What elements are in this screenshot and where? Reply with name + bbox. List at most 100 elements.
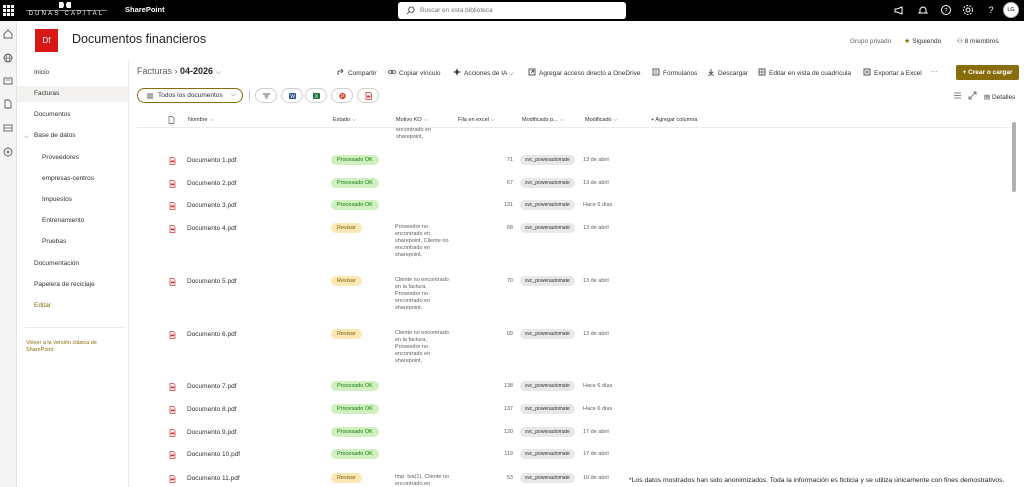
modified-by-persona[interactable]: svc_powerautomate: [520, 178, 575, 188]
column-header-modified[interactable]: Modificado ⌵: [585, 117, 617, 123]
modified-by-persona[interactable]: svc_powerautomate: [520, 276, 575, 286]
column-header-fila[interactable]: Fila en excel ⌵: [458, 117, 495, 123]
share-button[interactable]: Compartir: [337, 68, 377, 77]
modified-by-persona[interactable]: svc_powerautomate: [520, 155, 575, 165]
follow-button[interactable]: ★ Siguiendo: [904, 37, 941, 45]
filter-excel-button[interactable]: X: [305, 88, 327, 103]
file-name-link[interactable]: Documento 9.pdf: [187, 429, 237, 436]
modified-by-persona[interactable]: svc_powerautomate: [520, 427, 575, 437]
details-pane-button[interactable]: ▤ Detalles: [984, 93, 1015, 101]
modified-by-persona[interactable]: svc_powerautomate: [520, 329, 575, 339]
scrollbar-thumb[interactable]: [1012, 122, 1016, 192]
nav-item-inicio[interactable]: Inicio: [34, 69, 49, 76]
file-type-icon[interactable]: [168, 116, 175, 124]
excel-row-number: 71: [506, 157, 513, 163]
site-title[interactable]: Documentos financieros: [72, 32, 206, 46]
copy-link-button[interactable]: Copiar vínculo: [388, 68, 441, 77]
column-header-modified-by[interactable]: Modificado p... ⌵: [522, 117, 564, 123]
filter-button[interactable]: [255, 88, 277, 103]
app-launcher-icon[interactable]: [3, 5, 14, 16]
file-name-link[interactable]: Documento 5.pdf: [187, 278, 237, 285]
site-logo[interactable]: Df: [35, 29, 58, 52]
file-name-link[interactable]: Documento 1.pdf: [187, 157, 237, 164]
filter-pdf-button[interactable]: [357, 88, 379, 103]
file-name-link[interactable]: Documento 2.pdf: [187, 180, 237, 187]
chevron-down-icon[interactable]: ⌵: [24, 134, 29, 141]
chevron-down-icon[interactable]: ⌵: [216, 69, 221, 76]
members-button[interactable]: ⚇ 8 miembros: [957, 37, 999, 45]
globe-icon[interactable]: [3, 53, 13, 63]
breadcrumb-current[interactable]: 04-2026: [180, 66, 213, 76]
nav-item-proveedores[interactable]: Proveedores: [42, 154, 79, 161]
classic-view-link[interactable]: Volver a la versión clásica de SharePoin…: [26, 340, 121, 353]
file-name-link[interactable]: Documento 10.pdf: [187, 451, 240, 458]
motivo-ko-text: Proveedor no encontrado en sharepoint, C…: [395, 224, 449, 258]
modified-date: Hace 6 días: [583, 383, 613, 389]
document-icon[interactable]: [3, 99, 13, 109]
modified-by-persona[interactable]: svc_powerautomate: [520, 449, 575, 459]
forms-button[interactable]: Formularios: [652, 68, 697, 77]
motivo-ko-text: Cliente no encontrado en la factura, Pro…: [395, 330, 449, 364]
grid-edit-button[interactable]: Editar en vista de cuadrícula: [758, 68, 851, 77]
add-column-button[interactable]: + Agregar columna: [651, 117, 697, 123]
export-excel-button[interactable]: Exportar a Excel: [863, 68, 922, 77]
file-name-link[interactable]: Documento 7.pdf: [187, 383, 237, 390]
filter-powerpoint-button[interactable]: P: [331, 88, 353, 103]
notifications-icon[interactable]: [917, 4, 929, 16]
company-logo[interactable]: DUNAS CAPITAL: [24, 0, 109, 21]
create-plus-icon[interactable]: [3, 147, 13, 157]
file-name-link[interactable]: Documento 4.pdf: [187, 225, 237, 232]
ai-actions-button[interactable]: Acciones de IA ⌵: [453, 68, 514, 78]
nav-item-impuestos[interactable]: Impuestos: [42, 196, 72, 203]
expand-icon[interactable]: [968, 91, 977, 100]
column-header-motivo[interactable]: Motivo KO ⌵: [396, 117, 427, 123]
app-name[interactable]: SharePoint: [125, 5, 165, 14]
nav-item-empresas-centros[interactable]: empresas-centros: [42, 175, 94, 182]
nav-item-documentos[interactable]: Documentos: [34, 111, 71, 118]
search-box[interactable]: [398, 2, 626, 19]
excel-row-number: 119: [504, 451, 513, 457]
modified-by-persona[interactable]: svc_powerautomate: [520, 404, 575, 414]
help-icon[interactable]: ?: [940, 4, 952, 16]
nav-item-papelera[interactable]: Papelera de reciclaje: [34, 281, 95, 288]
create-upload-button[interactable]: + Crear o cargar: [956, 65, 1019, 80]
vertical-scrollbar[interactable]: [1011, 112, 1017, 482]
filter-word-button[interactable]: W: [281, 88, 303, 103]
modified-by-persona[interactable]: svc_powerautomate: [520, 381, 575, 391]
file-name-link[interactable]: Documento 11.pdf: [187, 475, 240, 482]
home-icon[interactable]: [3, 29, 13, 39]
nav-item-facturas[interactable]: Facturas: [34, 90, 59, 97]
list-icon[interactable]: [3, 123, 13, 133]
megaphone-icon[interactable]: [893, 4, 905, 16]
column-header-estado[interactable]: Estado ⌵: [333, 117, 356, 123]
modified-by-persona[interactable]: svc_powerautomate: [520, 473, 575, 483]
view-selector[interactable]: Todos los documentos ⌵: [137, 88, 243, 103]
modified-date: 13 de abril: [583, 180, 609, 186]
pdf-file-icon: [169, 225, 176, 233]
nav-item-base-de-datos[interactable]: Base de datos: [34, 132, 76, 139]
modified-by-persona[interactable]: svc_powerautomate: [520, 223, 575, 233]
file-name-link[interactable]: Documento 3.pdf: [187, 202, 237, 209]
nav-item-documentacion[interactable]: Documentación: [34, 260, 79, 267]
help-question-icon[interactable]: ?: [985, 4, 997, 16]
pdf-file-icon: [169, 451, 176, 459]
onedrive-shortcut-button[interactable]: Agregar acceso directo a OneDrive: [528, 68, 641, 77]
sort-icon[interactable]: [953, 91, 962, 100]
nav-edit-link[interactable]: Editar: [34, 302, 51, 309]
news-icon[interactable]: [3, 76, 13, 86]
more-options-button[interactable]: ···: [931, 68, 938, 75]
breadcrumb-parent[interactable]: Facturas: [137, 66, 172, 76]
settings-gear-icon[interactable]: [962, 4, 974, 16]
ai-actions-label: Acciones de IA: [464, 70, 507, 77]
nav-item-entrenamiento[interactable]: Entrenamiento: [42, 217, 84, 224]
search-input[interactable]: [420, 4, 620, 17]
status-badge: Procesado OK: [331, 427, 379, 437]
modified-by-persona[interactable]: svc_powerautomate: [520, 200, 575, 210]
column-header-name[interactable]: Nombre ⌵: [188, 117, 213, 123]
details-label: Detalles: [991, 94, 1016, 101]
download-button[interactable]: Descargar: [707, 68, 748, 77]
user-avatar[interactable]: LG: [1003, 2, 1019, 18]
file-name-link[interactable]: Documento 6.pdf: [187, 331, 237, 338]
file-name-link[interactable]: Documento 8.pdf: [187, 406, 237, 413]
nav-item-pruebas[interactable]: Pruebas: [42, 238, 66, 245]
